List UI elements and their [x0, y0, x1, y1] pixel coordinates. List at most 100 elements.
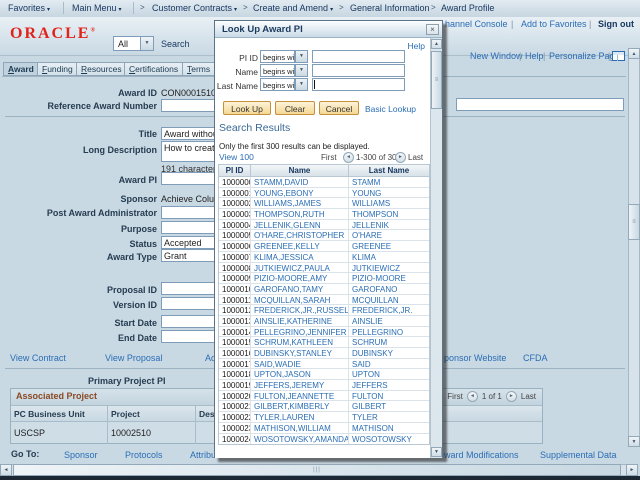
tab-award[interactable]: Award [3, 62, 39, 76]
pager-last-link[interactable]: Last [408, 153, 423, 162]
result-last-name[interactable]: MATHISON [349, 423, 429, 433]
dropdown-arrow-icon[interactable]: ▼ [140, 37, 153, 50]
clear-button[interactable]: Clear [275, 101, 315, 115]
dropdown-arrow-icon[interactable]: ▼ [295, 78, 308, 91]
pager-first-link[interactable]: First [321, 153, 337, 162]
result-name[interactable]: PELLEGRINO,JENNIFER [251, 327, 349, 337]
view-proposal-link[interactable]: View Proposal [105, 353, 162, 363]
tab-terms[interactable]: Terms [182, 62, 215, 76]
result-pi-id[interactable]: 1000008 [219, 263, 251, 273]
result-pi-id[interactable]: 1000023 [219, 423, 251, 433]
scroll-right-icon[interactable]: ► [626, 464, 638, 476]
breadcrumb-general-information[interactable]: General Information [350, 3, 430, 13]
breadcrumb-create-and-amend[interactable]: Create and Amend▾ [253, 3, 333, 13]
dialog-help-link[interactable]: Help [408, 41, 425, 51]
col-pi-id[interactable]: PI ID [219, 165, 251, 176]
result-last-name[interactable]: MCQUILLAN [349, 295, 429, 305]
result-pi-id[interactable]: 1000005 [219, 230, 251, 240]
supplemental-data-link[interactable]: Supplemental Data [540, 450, 617, 460]
help-link[interactable]: Help [525, 51, 544, 61]
last-name-operator-dropdown[interactable]: begins with [260, 78, 295, 91]
name-operator-dropdown[interactable]: begins with [260, 64, 295, 77]
result-pi-id[interactable]: 1000014 [219, 327, 251, 337]
result-name[interactable]: YOUNG,EBONY [251, 188, 349, 198]
right-field-input[interactable] [456, 98, 624, 111]
result-last-name[interactable]: AINSLIE [349, 316, 429, 326]
result-name[interactable]: FREDERICK,JR.,RUSSELL [251, 305, 349, 315]
result-last-name[interactable]: JEFFERS [349, 380, 429, 390]
result-last-name[interactable]: GILBERT [349, 401, 429, 411]
result-pi-id[interactable]: 1000016 [219, 348, 251, 358]
result-last-name[interactable]: GREENEE [349, 241, 429, 251]
pi-id-filter-input[interactable] [312, 50, 405, 63]
result-pi-id[interactable]: 1000024 [219, 434, 251, 445]
horizontal-scroll-thumb[interactable]: ||| [13, 464, 621, 476]
scroll-up-icon[interactable]: ▲ [628, 48, 640, 59]
sign-out-link[interactable]: Sign out [598, 19, 634, 29]
view-100-link[interactable]: View 100 [219, 152, 254, 162]
result-pi-id[interactable]: 1000020 [219, 391, 251, 401]
last-name-filter-input[interactable] [312, 78, 405, 91]
result-last-name[interactable]: WOSOTOWSKY [349, 434, 429, 445]
result-last-name[interactable]: PIZIO-MOORE [349, 273, 429, 283]
cfda-link[interactable]: CFDA [523, 353, 548, 363]
result-pi-id[interactable]: 1000006 [219, 241, 251, 251]
result-pi-id[interactable]: 1000004 [219, 220, 251, 230]
result-last-name[interactable]: JUTKIEWICZ [349, 263, 429, 273]
result-name[interactable]: FULTON,JEANNETTE [251, 391, 349, 401]
result-last-name[interactable]: THOMPSON [349, 209, 429, 219]
result-name[interactable]: GREENEE,KELLY [251, 241, 349, 251]
search-scope-dropdown[interactable]: All ▼ [113, 36, 154, 51]
pager-next-icon[interactable]: ► [506, 391, 517, 402]
result-pi-id[interactable]: 1000015 [219, 337, 251, 347]
pager-next-icon[interactable]: ► [395, 152, 406, 163]
col-name[interactable]: Name [251, 165, 349, 176]
dialog-scroll-thumb[interactable]: ≡ [431, 51, 442, 109]
result-name[interactable]: PIZIO-MOORE,AMY [251, 273, 349, 283]
goto-sponsor-link[interactable]: Sponsor [64, 450, 98, 460]
dropdown-arrow-icon[interactable]: ▼ [295, 64, 308, 77]
pager-first-link[interactable]: First [447, 392, 463, 401]
result-name[interactable]: KLIMA,JESSICA [251, 252, 349, 262]
result-name[interactable]: WILLIAMS,JAMES [251, 198, 349, 208]
result-pi-id[interactable]: 1000022 [219, 412, 251, 422]
result-name[interactable]: MATHISON,WILLIAM [251, 423, 349, 433]
result-last-name[interactable]: KLIMA [349, 252, 429, 262]
result-last-name[interactable]: FREDERICK,JR. [349, 305, 429, 315]
result-name[interactable]: SCHRUM,KATHLEEN [251, 337, 349, 347]
pager-prev-icon[interactable]: ◄ [467, 391, 478, 402]
result-pi-id[interactable]: 1000001 [219, 188, 251, 198]
award-modifications-link[interactable]: ward Modifications [444, 450, 519, 460]
result-pi-id[interactable]: 1000013 [219, 316, 251, 326]
result-pi-id[interactable]: 1000021 [219, 401, 251, 411]
result-last-name[interactable]: WILLIAMS [349, 198, 429, 208]
col-last-name[interactable]: Last Name [349, 165, 429, 176]
result-last-name[interactable]: TYLER [349, 412, 429, 422]
grid-icon[interactable] [612, 51, 625, 61]
result-name[interactable]: O'HARE,CHRISTOPHER [251, 230, 349, 240]
result-pi-id[interactable]: 1000007 [219, 252, 251, 262]
result-last-name[interactable]: PELLEGRINO [349, 327, 429, 337]
tab-funding[interactable]: Funding [37, 62, 78, 76]
result-last-name[interactable]: O'HARE [349, 230, 429, 240]
result-name[interactable]: STAMM,DAVID [251, 177, 349, 187]
cancel-button[interactable]: Cancel [319, 101, 359, 115]
result-name[interactable]: MCQUILLAN,SARAH [251, 295, 349, 305]
result-last-name[interactable]: DUBINSKY [349, 348, 429, 358]
tab-certifications[interactable]: Certifications [124, 62, 183, 76]
view-contract-link[interactable]: View Contract [10, 353, 66, 363]
scroll-down-icon[interactable]: ▼ [431, 447, 442, 457]
result-last-name[interactable]: JELLENIK [349, 220, 429, 230]
result-last-name[interactable]: STAMM [349, 177, 429, 187]
result-last-name[interactable]: YOUNG [349, 188, 429, 198]
result-pi-id[interactable]: 1000009 [219, 273, 251, 283]
pager-prev-icon[interactable]: ◄ [343, 152, 354, 163]
add-to-favorites-link[interactable]: Add to Favorites [521, 19, 587, 29]
result-name[interactable]: GAROFANO,TAMY [251, 284, 349, 294]
result-name[interactable]: THOMPSON,RUTH [251, 209, 349, 219]
close-icon[interactable]: × [426, 24, 439, 35]
console-link[interactable]: hannel Console [445, 19, 508, 29]
result-pi-id[interactable]: 1000019 [219, 380, 251, 390]
sponsor-website-link[interactable]: ponsor Website [444, 353, 506, 363]
scroll-left-icon[interactable]: ◄ [0, 464, 12, 476]
